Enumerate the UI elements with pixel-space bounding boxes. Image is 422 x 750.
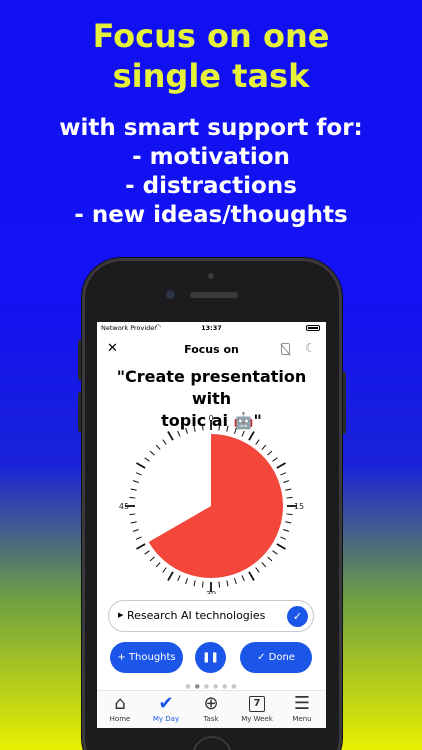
phone-power-button: [342, 372, 346, 434]
timer-tick: [201, 581, 204, 588]
timer-tick: [129, 513, 136, 516]
nav-title: Focus on: [184, 343, 239, 356]
done-button[interactable]: ✓ Done: [240, 642, 312, 673]
tab-menu[interactable]: ☰ Menu: [282, 693, 322, 723]
timer-tick: [201, 424, 204, 431]
timer-label-0: 0: [208, 414, 213, 423]
phone-camera: [166, 290, 175, 299]
tab-home[interactable]: ⌂ Home: [100, 693, 140, 723]
pause-button[interactable]: ❚❚: [195, 642, 226, 673]
calendar-icon: 7: [237, 693, 277, 715]
phone-earpiece: [190, 292, 238, 298]
tab-my-day[interactable]: ✔ My Day: [146, 693, 186, 723]
moon-icon[interactable]: ☾: [305, 341, 316, 355]
headline-line-1: Focus on one: [92, 17, 330, 55]
timer-tick: [129, 496, 136, 499]
timer-label-15: 15: [294, 502, 304, 511]
pause-icon: ❚❚: [202, 652, 219, 663]
tab-my-day-label: My Day: [152, 715, 180, 723]
subline-4: - new ideas/thoughts: [74, 202, 348, 228]
timer-tick: [286, 496, 293, 499]
timer-tick: [286, 513, 293, 516]
timer-tick: [218, 424, 221, 431]
headline-line-2: single task: [112, 57, 310, 95]
tab-task[interactable]: ⊕ Task: [191, 693, 231, 723]
tab-bar: ⌂ Home ✔ My Day ⊕ Task 7 My Week ☰ Menu: [97, 690, 326, 728]
thoughts-button[interactable]: + Thoughts: [110, 642, 183, 673]
tab-my-week[interactable]: 7 My Week: [237, 693, 277, 723]
subline-2: - motivation: [132, 144, 290, 170]
tab-task-label: Task: [203, 715, 219, 723]
tab-home-label: Home: [109, 715, 131, 723]
promo-headline: Focus on one single task: [0, 16, 422, 96]
timer-label-45: 45: [119, 502, 129, 511]
subtask-text: Research AI technologies: [127, 609, 266, 622]
home-icon: ⌂: [114, 693, 126, 714]
check-icon: ✓: [257, 652, 269, 663]
battery-icon: [306, 325, 320, 331]
checkmarks-icon: ✔: [158, 693, 174, 714]
timer-label-30: 30: [206, 590, 216, 594]
thoughts-label: Thoughts: [128, 652, 176, 663]
status-bar: Network Provider ◠ 13:37: [97, 322, 326, 334]
timer-tick: [218, 581, 221, 588]
nav-bar: ✕ Focus on ☾: [97, 340, 326, 360]
phone-sensor: [208, 273, 214, 279]
task-title-line-1: "Create presentation with: [116, 367, 307, 408]
promo-subline: with smart support for: - motivation - d…: [0, 114, 422, 230]
checkmark-icon[interactable]: ✓: [287, 606, 308, 627]
status-time: 13:37: [201, 324, 222, 332]
subline-3: - distractions: [125, 173, 297, 199]
app-screen: Network Provider ◠ 13:37 ✕ Focus on ☾ "C…: [97, 322, 326, 728]
phone-off-icon[interactable]: [281, 343, 290, 355]
hamburger-icon: ☰: [293, 693, 311, 714]
triangle-right-icon[interactable]: ▶: [118, 611, 123, 619]
page-indicator: ● ● ● ● ● ●: [185, 683, 238, 690]
tab-my-week-label: My Week: [241, 715, 273, 723]
plus-icon: +: [117, 652, 129, 663]
plus-circle-icon: ⊕: [203, 693, 219, 714]
done-label: Done: [268, 652, 295, 663]
focus-timer: 0 15 30 45: [119, 414, 304, 594]
tab-menu-label: Menu: [292, 715, 312, 723]
calendar-day: 7: [249, 696, 265, 712]
subline-1: with smart support for:: [59, 115, 363, 141]
subtask-row[interactable]: ▶ Research AI technologies ✓: [108, 600, 314, 632]
